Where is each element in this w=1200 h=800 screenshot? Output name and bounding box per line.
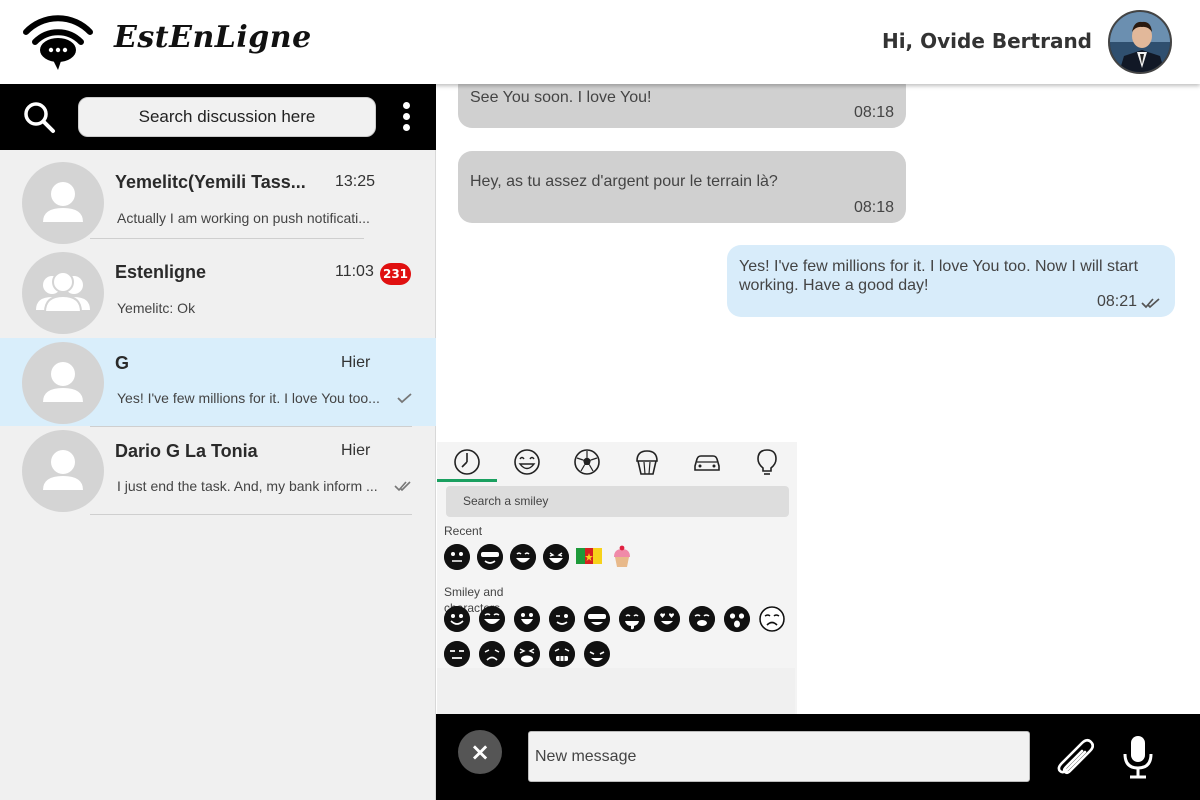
conversation-name: G bbox=[115, 353, 130, 373]
tongue-out-face-icon[interactable] bbox=[619, 606, 645, 632]
contact-avatar-icon bbox=[22, 430, 104, 512]
divider bbox=[90, 238, 364, 239]
conversation-time: 11:03 bbox=[335, 263, 374, 280]
conversation-time: 13:25 bbox=[335, 173, 376, 190]
cameroon-flag-icon[interactable] bbox=[576, 546, 602, 566]
unread-count-badge: 231 bbox=[380, 263, 411, 285]
message-bubble-outgoing: Yes! I've few millions for it. I love Yo… bbox=[727, 245, 1175, 317]
lightbulb-icon[interactable] bbox=[751, 446, 783, 478]
conversation-name: Yemelitc(Yemili Tass... bbox=[115, 172, 306, 192]
message-text: Hey, as tu assez d'argent pour le terrai… bbox=[470, 173, 778, 190]
divider bbox=[90, 514, 412, 515]
user-avatar[interactable] bbox=[1108, 10, 1172, 74]
user-greeting: Hi, Ovide Bertrand bbox=[881, 29, 1092, 53]
emoji-picker: Search a smiley Recent Smiley and charac… bbox=[437, 442, 797, 714]
smiling-face-icon[interactable] bbox=[444, 606, 470, 632]
message-composer: × New message bbox=[436, 714, 1200, 800]
paperclip-icon[interactable] bbox=[1052, 734, 1094, 778]
winking-face-icon[interactable] bbox=[549, 606, 575, 632]
read-double-check-icon bbox=[1141, 298, 1160, 309]
message-text: See You soon. I love You! bbox=[470, 89, 652, 106]
read-double-check-icon bbox=[394, 481, 411, 492]
conversation-time: Hier bbox=[341, 442, 371, 459]
soccer-ball-icon[interactable] bbox=[571, 446, 603, 478]
group-avatar-icon bbox=[22, 252, 104, 334]
contact-avatar-icon bbox=[22, 342, 104, 424]
conversation-sidebar: Search discussion here Yemelitc(Yemili T… bbox=[0, 84, 436, 800]
sunglasses-face-icon[interactable] bbox=[477, 544, 503, 570]
cool-face-icon[interactable] bbox=[584, 606, 610, 632]
message-time: 08:18 bbox=[853, 199, 894, 216]
conversation-preview: Yemelitc: Ok bbox=[117, 300, 196, 316]
conversation-preview: Actually I am working on push notificati… bbox=[117, 210, 370, 226]
laughing-face-icon[interactable] bbox=[543, 544, 569, 570]
wifi-chat-logo-icon bbox=[23, 15, 93, 70]
tired-face-icon[interactable] bbox=[514, 641, 540, 667]
more-options-icon[interactable] bbox=[398, 102, 414, 134]
frowning-face-icon[interactable] bbox=[479, 641, 505, 667]
car-icon[interactable] bbox=[691, 446, 723, 478]
neutral-face-icon[interactable] bbox=[444, 544, 470, 570]
heart-eyes-face-icon[interactable] bbox=[654, 606, 680, 632]
sent-check-icon bbox=[397, 393, 412, 404]
sidebar-search-bar: Search discussion here bbox=[0, 84, 436, 150]
grinning-squint-icon[interactable] bbox=[479, 606, 505, 632]
conversation-item[interactable]: Yemelitc(Yemili Tass... 13:25 Actually I… bbox=[0, 150, 436, 244]
grimacing-face-icon[interactable] bbox=[549, 641, 575, 667]
contact-avatar-icon bbox=[22, 162, 104, 244]
conversation-item[interactable]: Estenligne 11:03 231 Yemelitc: Ok bbox=[0, 248, 436, 339]
recent-label: Recent bbox=[444, 524, 483, 538]
expressionless-face-icon[interactable] bbox=[444, 641, 470, 667]
close-emoji-button[interactable]: × bbox=[458, 730, 502, 774]
conversation-name: Dario G La Tonia bbox=[115, 441, 258, 461]
astonished-face-icon[interactable] bbox=[724, 606, 750, 632]
user-portrait-icon bbox=[1110, 12, 1170, 72]
app-name: EstEnLigne bbox=[114, 20, 312, 55]
sad-face-icon[interactable] bbox=[759, 606, 785, 632]
kissing-face-icon[interactable] bbox=[689, 606, 715, 632]
smiley-icon[interactable] bbox=[511, 446, 543, 478]
big-smile-icon[interactable] bbox=[514, 606, 540, 632]
conversation-preview: Yes! I've few millions for it. I love Yo… bbox=[117, 390, 380, 406]
search-icon[interactable] bbox=[22, 100, 56, 134]
message-time: 08:18 bbox=[853, 104, 894, 121]
active-tab-indicator bbox=[437, 479, 497, 482]
conversation-name: Estenligne bbox=[115, 262, 207, 282]
conversation-item[interactable]: Dario G La Tonia Hier I just end the tas… bbox=[0, 426, 436, 515]
message-text: Yes! I've few millions for it. I love Yo… bbox=[739, 258, 1139, 294]
emoji-picker-footer bbox=[437, 668, 795, 714]
conversation-item[interactable]: G Hier Yes! I've few millions for it. I … bbox=[0, 338, 436, 427]
message-time: 08:21 bbox=[1096, 293, 1137, 310]
cupcake-icon[interactable] bbox=[631, 446, 663, 478]
cupcake-emoji-icon[interactable] bbox=[609, 544, 635, 570]
clock-icon[interactable] bbox=[451, 446, 483, 478]
message-bubble-incoming: Hey, as tu assez d'argent pour le terrai… bbox=[458, 151, 906, 223]
conversation-preview: I just end the task. And, my bank inform… bbox=[117, 478, 378, 494]
app-header: EstEnLigne Hi, Ovide Bertrand bbox=[0, 0, 1200, 84]
conversation-time: Hier bbox=[341, 354, 371, 371]
new-message-input[interactable]: New message bbox=[528, 731, 1030, 782]
emoji-category-tabs bbox=[437, 442, 797, 482]
smiley-search-input[interactable]: Search a smiley bbox=[446, 486, 789, 517]
microphone-icon[interactable] bbox=[1120, 734, 1156, 780]
grinning-face-icon[interactable] bbox=[510, 544, 536, 570]
devil-face-icon[interactable] bbox=[584, 641, 610, 667]
search-discussion-input[interactable]: Search discussion here bbox=[78, 97, 376, 137]
